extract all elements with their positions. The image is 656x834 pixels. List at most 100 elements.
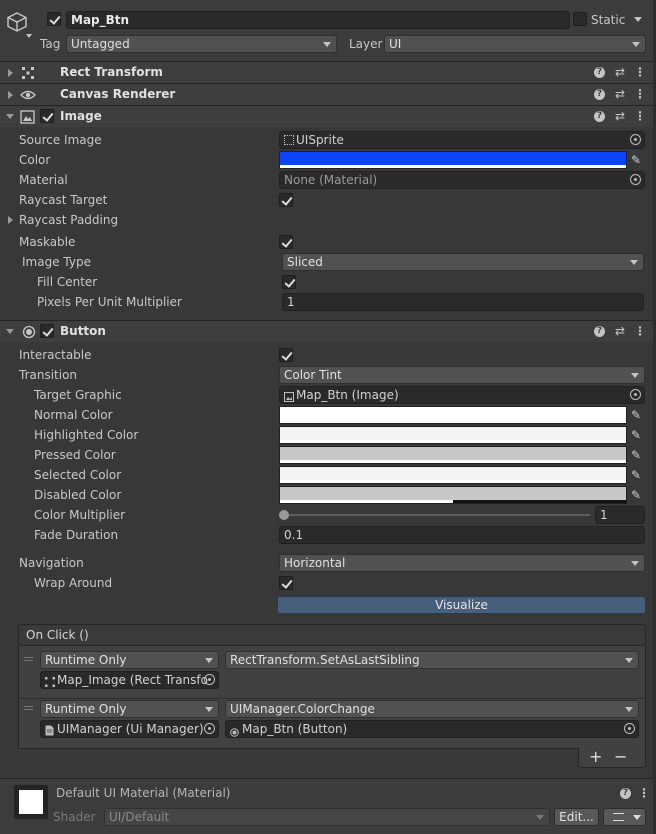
layer-dropdown[interactable]: UI bbox=[384, 35, 646, 53]
eyedropper-icon[interactable]: ✎ bbox=[628, 406, 644, 424]
color-multiplier-slider-handle[interactable] bbox=[279, 510, 289, 520]
component-header-button[interactable]: Button ? ⇄ ⋮ bbox=[0, 320, 656, 342]
pressed-color-swatch[interactable] bbox=[279, 446, 627, 464]
preset-icon[interactable]: ⇄ bbox=[614, 66, 626, 79]
interactable-label: Interactable bbox=[19, 348, 92, 362]
argument-field-2[interactable]: Map_Btn (Button) bbox=[225, 720, 639, 738]
kebab-menu-icon[interactable]: ⋮ bbox=[634, 110, 646, 123]
kebab-menu-icon[interactable]: ⋮ bbox=[634, 88, 646, 101]
source-image-field[interactable]: UISprite bbox=[279, 131, 645, 149]
drag-handle-icon[interactable] bbox=[24, 706, 33, 710]
interactable-checkbox[interactable] bbox=[279, 348, 293, 362]
target-object-field-1[interactable]: Map_Image (Rect Transfo bbox=[40, 671, 219, 689]
transition-dropdown[interactable]: Color Tint bbox=[279, 366, 645, 384]
edit-shader-button[interactable]: Edit... bbox=[554, 808, 599, 826]
object-picker-icon[interactable] bbox=[624, 723, 635, 734]
button-enabled-checkbox[interactable] bbox=[40, 324, 54, 338]
raycast-padding-foldout-icon[interactable] bbox=[8, 216, 13, 224]
ppu-label: Pixels Per Unit Multiplier bbox=[37, 295, 182, 309]
component-header-image[interactable]: Image ? ⇄ ⋮ bbox=[0, 105, 656, 127]
add-event-button[interactable]: + bbox=[589, 749, 602, 765]
normal-color-swatch[interactable] bbox=[279, 406, 627, 424]
material-name: Default UI Material (Material) bbox=[56, 786, 231, 800]
visualize-button[interactable]: Visualize bbox=[277, 596, 646, 614]
foldout-arrow-icon[interactable] bbox=[8, 69, 13, 77]
ppu-field[interactable]: 1 bbox=[282, 293, 644, 311]
object-picker-icon[interactable] bbox=[630, 174, 641, 185]
raycast-padding-label[interactable]: Raycast Padding bbox=[19, 212, 118, 228]
fill-center-checkbox[interactable] bbox=[282, 275, 296, 289]
chevron-down-icon bbox=[631, 373, 639, 378]
image-type-value: Sliced bbox=[287, 255, 323, 269]
help-icon[interactable]: ? bbox=[594, 326, 605, 337]
list-icon bbox=[613, 813, 624, 821]
remove-event-button[interactable]: − bbox=[614, 749, 627, 765]
runtime-dropdown-2[interactable]: Runtime Only bbox=[40, 700, 219, 718]
object-picker-icon[interactable] bbox=[204, 674, 215, 685]
component-header-canvas-renderer[interactable]: Canvas Renderer ? ⇄ ⋮ bbox=[0, 83, 656, 105]
gameobject-active-checkbox[interactable] bbox=[47, 12, 61, 26]
target-object-field-2[interactable]: UIManager (Ui Manager) bbox=[40, 720, 219, 738]
help-icon[interactable]: ? bbox=[620, 788, 631, 799]
foldout-arrow-icon[interactable] bbox=[8, 91, 13, 99]
target-graphic-field[interactable]: Map_Btn (Image) bbox=[279, 386, 645, 404]
eyedropper-icon[interactable]: ✎ bbox=[628, 151, 644, 169]
maskable-checkbox[interactable] bbox=[279, 235, 293, 249]
preset-icon[interactable]: ⇄ bbox=[614, 325, 626, 338]
eyedropper-icon[interactable]: ✎ bbox=[628, 466, 644, 484]
image-title: Image bbox=[60, 109, 102, 123]
kebab-menu-icon[interactable]: ⋮ bbox=[634, 66, 646, 79]
material-field[interactable]: None (Material) bbox=[279, 171, 645, 189]
gameobject-cube-icon bbox=[6, 11, 28, 36]
chevron-down-icon bbox=[625, 707, 633, 712]
function-dropdown-2[interactable]: UIManager.ColorChange bbox=[225, 700, 639, 718]
chevron-down-icon bbox=[205, 658, 213, 663]
fade-duration-field[interactable]: 0.1 bbox=[279, 526, 645, 544]
static-dropdown-arrow[interactable] bbox=[634, 17, 642, 22]
eyedropper-icon[interactable]: ✎ bbox=[628, 426, 644, 444]
kebab-menu-icon[interactable]: ⋮ bbox=[634, 325, 646, 338]
target-object-value-2: UIManager (Ui Manager) bbox=[57, 722, 204, 736]
drag-handle-icon[interactable] bbox=[24, 657, 33, 661]
component-actions: ? ⇄ ⋮ bbox=[594, 66, 646, 80]
navigation-label: Navigation bbox=[19, 556, 84, 570]
function-dropdown-1[interactable]: RectTransform.SetAsLastSibling bbox=[225, 651, 639, 669]
eye-icon bbox=[20, 88, 36, 105]
source-image-value: UISprite bbox=[296, 133, 344, 147]
button-component-icon bbox=[22, 325, 36, 342]
foldout-open-arrow-icon[interactable] bbox=[6, 114, 14, 119]
eyedropper-icon[interactable]: ✎ bbox=[628, 446, 644, 464]
color-multiplier-slider-track[interactable] bbox=[284, 514, 590, 516]
highlighted-color-swatch[interactable] bbox=[279, 426, 627, 444]
image-type-dropdown[interactable]: Sliced bbox=[282, 253, 644, 271]
eyedropper-icon[interactable]: ✎ bbox=[628, 486, 644, 504]
shader-options-button[interactable] bbox=[603, 808, 646, 826]
component-header-rect-transform[interactable]: Rect Transform ? ⇄ ⋮ bbox=[0, 61, 656, 83]
selected-color-swatch[interactable] bbox=[279, 466, 627, 484]
tag-dropdown[interactable]: Untagged bbox=[66, 35, 337, 53]
runtime-dropdown-1[interactable]: Runtime Only bbox=[40, 651, 219, 669]
object-picker-icon[interactable] bbox=[630, 389, 641, 400]
wrap-around-label: Wrap Around bbox=[34, 576, 113, 590]
help-icon[interactable]: ? bbox=[594, 67, 605, 78]
icon-dropdown-arrow[interactable] bbox=[26, 34, 32, 38]
color-multiplier-field[interactable]: 1 bbox=[595, 506, 645, 524]
static-checkbox[interactable] bbox=[573, 12, 587, 26]
shader-dropdown[interactable]: UI/Default bbox=[104, 808, 550, 826]
help-icon[interactable]: ? bbox=[594, 89, 605, 100]
image-enabled-checkbox[interactable] bbox=[40, 109, 54, 123]
gameobject-name-field[interactable]: Map_Btn bbox=[66, 11, 570, 29]
navigation-dropdown[interactable]: Horizontal bbox=[279, 554, 645, 572]
object-picker-icon[interactable] bbox=[630, 134, 641, 145]
wrap-around-checkbox[interactable] bbox=[279, 576, 293, 590]
raycast-target-checkbox[interactable] bbox=[279, 193, 293, 207]
kebab-menu-icon[interactable]: ⋮ bbox=[638, 787, 650, 800]
preset-icon[interactable]: ⇄ bbox=[614, 110, 626, 123]
disabled-color-swatch[interactable] bbox=[279, 486, 627, 504]
preset-icon[interactable]: ⇄ bbox=[614, 88, 626, 101]
material-section: Default UI Material (Material) ? ⋮ Shade… bbox=[0, 778, 656, 834]
object-picker-icon[interactable] bbox=[204, 723, 215, 734]
foldout-open-arrow-icon[interactable] bbox=[6, 329, 14, 334]
help-icon[interactable]: ? bbox=[594, 111, 605, 122]
color-swatch[interactable] bbox=[279, 151, 627, 169]
